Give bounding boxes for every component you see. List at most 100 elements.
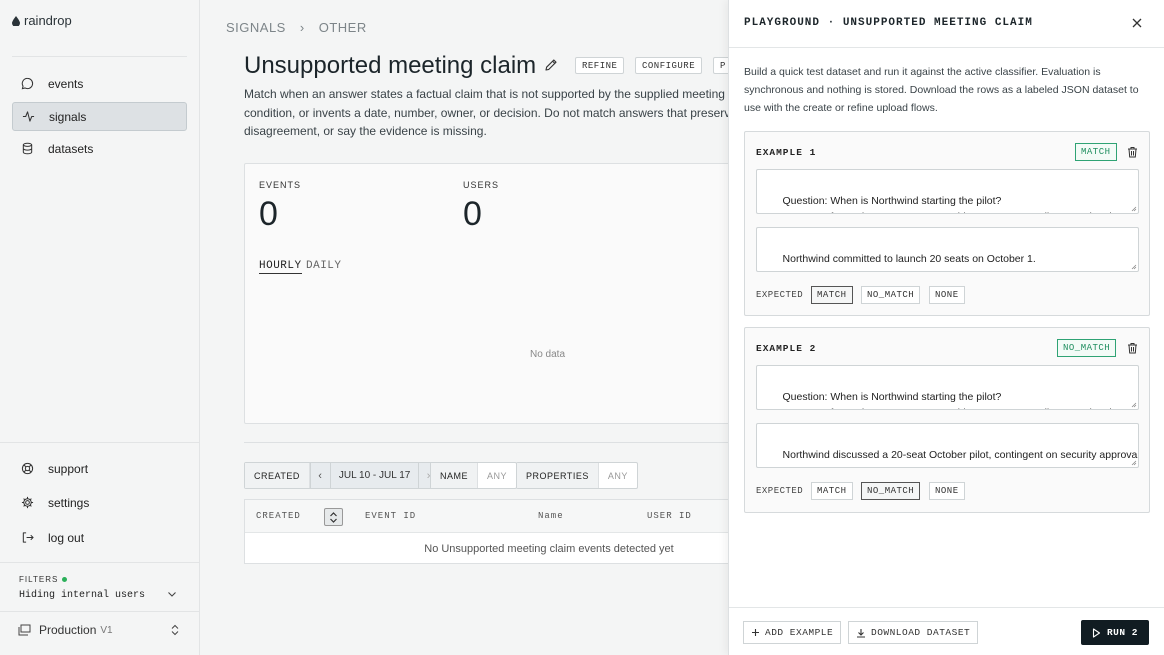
events-label: EVENTS bbox=[259, 180, 302, 190]
expected-option-no-match[interactable]: NO_MATCH bbox=[861, 482, 921, 500]
sidebar-item-events[interactable]: events bbox=[12, 69, 187, 98]
app-name: raindrop bbox=[24, 13, 72, 28]
sidebar-item-logout[interactable]: log out bbox=[12, 523, 187, 552]
pencil-icon[interactable] bbox=[544, 58, 558, 72]
environment-version: V1 bbox=[100, 624, 113, 636]
example-output-text: Northwind committed to launch 20 seats o… bbox=[782, 253, 1036, 265]
date-range-picker: ‹ JUL 10 - JUL 17 › bbox=[309, 463, 439, 488]
column-header-user-id: USER ID bbox=[647, 511, 692, 521]
properties-filter[interactable]: PROPERTIES ANY bbox=[516, 462, 638, 489]
example-output-text: Northwind discussed a 20-seat October pi… bbox=[782, 449, 1139, 461]
panel-description: Build a quick test dataset and run it ag… bbox=[744, 66, 1139, 114]
column-header-created: CREATED bbox=[256, 511, 301, 521]
app-logo[interactable]: raindrop bbox=[12, 13, 72, 28]
example-input-text: Question: When is Northwind starting the… bbox=[765, 195, 1118, 213]
example-input-text: Question: When is Northwind starting the… bbox=[765, 391, 1118, 409]
play-icon bbox=[1092, 627, 1101, 638]
expected-option-match[interactable]: MATCH bbox=[811, 482, 853, 500]
filters-label: FILTERS bbox=[19, 575, 59, 584]
properties-filter-value: ANY bbox=[607, 470, 628, 481]
environment-name: Production bbox=[39, 623, 97, 637]
users-count: 0 bbox=[463, 195, 482, 233]
sidebar-item-signals[interactable]: signals bbox=[12, 102, 187, 131]
expected-option-none[interactable]: NONE bbox=[929, 286, 965, 304]
result-badge: NO_MATCH bbox=[1057, 339, 1117, 357]
example-output-textarea[interactable]: Northwind committed to launch 20 seats o… bbox=[756, 227, 1139, 272]
trash-icon[interactable] bbox=[1127, 342, 1138, 354]
breadcrumb-item-signals[interactable]: SIGNALS bbox=[226, 20, 286, 35]
resize-grip-icon[interactable] bbox=[1131, 460, 1137, 466]
status-dot bbox=[62, 577, 68, 582]
divider bbox=[0, 442, 199, 443]
example-card: EXAMPLE 2 NO_MATCH Question: When is Nor… bbox=[744, 327, 1150, 513]
expected-option-no-match[interactable]: NO_MATCH bbox=[861, 286, 921, 304]
sidebar-item-label: log out bbox=[48, 530, 85, 545]
sort-icon bbox=[330, 511, 337, 523]
sidebar-item-support[interactable]: support bbox=[12, 454, 187, 483]
add-example-label: ADD EXAMPLE bbox=[765, 627, 834, 638]
example-label: EXAMPLE 1 bbox=[756, 147, 817, 158]
description-line: condition, or invents a date, number, ow… bbox=[244, 105, 729, 120]
tab-hourly[interactable]: HOURLY bbox=[259, 260, 302, 274]
table-header: CREATED EVENT ID Name USER ID bbox=[245, 500, 743, 533]
filters-value: Hiding internal users bbox=[19, 590, 146, 601]
download-icon bbox=[857, 628, 865, 638]
sidebar-item-datasets[interactable]: datasets bbox=[12, 134, 187, 163]
chart-empty-state: No data bbox=[530, 349, 566, 360]
sidebar-item-label: support bbox=[48, 461, 89, 476]
column-header-event-id: EVENT ID bbox=[365, 511, 417, 521]
sidebar: raindrop events signals datasets support… bbox=[0, 0, 200, 655]
resize-grip-icon[interactable] bbox=[1131, 402, 1137, 408]
stats-card: EVENTS 0 USERS 0 HOURLY DAILY No data bbox=[244, 163, 744, 424]
example-input-textarea[interactable]: Question: When is Northwind starting the… bbox=[756, 365, 1139, 410]
add-example-button[interactable]: ADD EXAMPLE bbox=[743, 621, 842, 644]
properties-filter-label: PROPERTIES bbox=[517, 463, 599, 488]
database-icon bbox=[22, 142, 33, 155]
name-filter[interactable]: NAME ANY bbox=[430, 462, 518, 489]
breadcrumb-item-other[interactable]: OTHER bbox=[319, 20, 367, 35]
chevron-down-icon[interactable] bbox=[166, 588, 178, 600]
breadcrumb-separator: › bbox=[299, 20, 305, 35]
page-title: Unsupported meeting claim bbox=[244, 52, 537, 79]
lifebuoy-icon bbox=[21, 462, 34, 475]
example-input-textarea[interactable]: Question: When is Northwind starting the… bbox=[756, 169, 1139, 214]
expected-option-none[interactable]: NONE bbox=[929, 482, 965, 500]
filters-summary[interactable]: FILTERS Hiding internal users bbox=[19, 575, 145, 601]
close-icon[interactable] bbox=[1131, 17, 1143, 29]
environment-switcher[interactable]: Production V1 bbox=[18, 623, 113, 637]
configure-button[interactable]: CONFIGURE bbox=[635, 57, 703, 74]
pulse-icon bbox=[22, 111, 35, 122]
example-card: EXAMPLE 1 MATCH Question: When is Northw… bbox=[744, 131, 1150, 316]
chat-bubble-icon bbox=[21, 77, 34, 90]
tab-daily[interactable]: DAILY bbox=[306, 260, 342, 272]
chevron-left-icon[interactable]: ‹ bbox=[311, 463, 331, 488]
panel-footer: ADD EXAMPLE DOWNLOAD DATASET RUN 2 bbox=[729, 607, 1164, 655]
run-button[interactable]: RUN 2 bbox=[1081, 620, 1149, 645]
date-range-value[interactable]: JUL 10 - JUL 17 bbox=[331, 470, 419, 481]
result-badge: MATCH bbox=[1075, 143, 1117, 161]
events-table: CREATED EVENT ID Name USER ID No Unsuppo… bbox=[244, 499, 744, 564]
events-count: 0 bbox=[259, 195, 278, 233]
resize-grip-icon[interactable] bbox=[1131, 206, 1137, 212]
name-filter-label: NAME bbox=[431, 463, 479, 488]
run-label: RUN 2 bbox=[1106, 627, 1138, 638]
sort-toggle-button[interactable] bbox=[324, 508, 343, 526]
logout-icon bbox=[22, 532, 34, 543]
plus-icon bbox=[752, 629, 759, 636]
panel-title: PLAYGROUND · UNSUPPORTED MEETING CLAIM bbox=[744, 17, 1033, 29]
sidebar-item-label: settings bbox=[48, 495, 90, 510]
trash-icon[interactable] bbox=[1127, 146, 1138, 158]
example-output-textarea[interactable]: Northwind discussed a 20-seat October pi… bbox=[756, 423, 1139, 468]
refine-button[interactable]: REFINE bbox=[575, 57, 625, 74]
description-line: disagreement, or say the evidence is mis… bbox=[244, 124, 487, 138]
download-dataset-button[interactable]: DOWNLOAD DATASET bbox=[848, 621, 979, 644]
resize-grip-icon[interactable] bbox=[1131, 264, 1137, 270]
chevron-updown-icon[interactable] bbox=[170, 624, 180, 636]
raindrop-logo-icon bbox=[12, 15, 20, 26]
sidebar-item-label: events bbox=[48, 76, 84, 91]
download-dataset-label: DOWNLOAD DATASET bbox=[871, 627, 971, 638]
expected-option-match[interactable]: MATCH bbox=[811, 286, 853, 304]
sidebar-item-settings[interactable]: settings bbox=[12, 488, 187, 517]
expected-label: EXPECTED bbox=[756, 486, 804, 496]
created-filter-label: CREATED bbox=[245, 463, 310, 488]
